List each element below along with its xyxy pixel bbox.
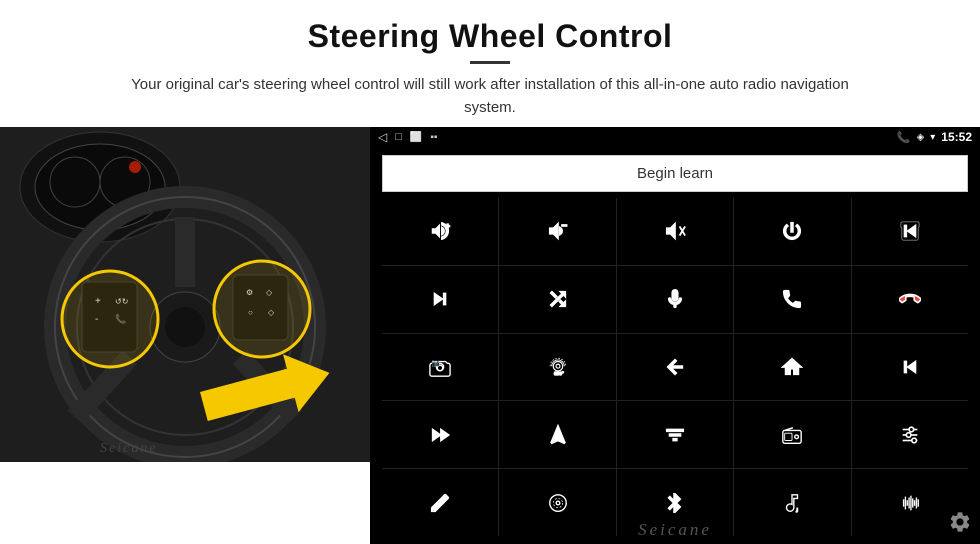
home-nav-icon[interactable]: □: [395, 131, 402, 143]
prev-track-phone-icon: [899, 220, 921, 242]
content-area: + ↺↻ - 📞 ⚙ ◇ ○ ◇: [0, 127, 980, 544]
camera-icon: 📷: [429, 356, 451, 378]
dvd-icon: [547, 492, 569, 514]
music-icon: ♩: [781, 492, 803, 514]
camera360-icon: 360°: [547, 356, 569, 378]
recents-nav-icon[interactable]: ⬜: [410, 132, 422, 143]
svg-text:360°: 360°: [554, 371, 564, 376]
fast-forward-button[interactable]: [382, 401, 498, 468]
home-button[interactable]: [734, 334, 850, 401]
begin-learn-container: Begin learn: [370, 147, 980, 198]
skip-next-button[interactable]: [382, 266, 498, 333]
svg-text:Seicane: Seicane: [100, 441, 158, 456]
back-nav-icon[interactable]: ◁: [378, 130, 387, 144]
svg-text:+: +: [446, 222, 450, 231]
settings2-icon: [899, 424, 921, 446]
edit-icon: [429, 492, 451, 514]
mute-button[interactable]: [617, 198, 733, 265]
svg-text:−: −: [561, 221, 566, 231]
gear-icon: [948, 510, 972, 534]
settings2-button[interactable]: [852, 401, 968, 468]
prev-track-button[interactable]: [852, 334, 968, 401]
back-button[interactable]: [617, 334, 733, 401]
title-divider: [470, 61, 510, 64]
navigation-icon: [547, 424, 569, 446]
prev-track-phone-button[interactable]: [852, 198, 968, 265]
gear-icon-corner[interactable]: [948, 510, 972, 540]
time-display: 15:52: [941, 130, 972, 144]
mute-icon: [664, 220, 686, 242]
android-display: ◁ □ ⬜ ▪▪ 📞 ◈ ▾ 15:52 Begin learn: [370, 127, 980, 544]
shuffle-button[interactable]: [499, 266, 615, 333]
status-left: ◁ □ ⬜ ▪▪: [378, 130, 437, 144]
svg-text:♩: ♩: [796, 507, 802, 514]
steering-wheel-svg: + ↺↻ - 📞 ⚙ ◇ ○ ◇: [0, 127, 370, 462]
bluetooth-button[interactable]: [617, 469, 733, 536]
radio-button[interactable]: [734, 401, 850, 468]
control-grid: + −: [382, 198, 968, 536]
waveform-icon: [899, 492, 921, 514]
camera-button[interactable]: 📷: [382, 334, 498, 401]
vol-down-icon: −: [547, 220, 569, 242]
signal-icon: ▪▪: [430, 132, 437, 143]
end-call-button[interactable]: [852, 266, 968, 333]
steering-wheel-bg: + ↺↻ - 📞 ⚙ ◇ ○ ◇: [0, 127, 370, 462]
end-call-icon: [899, 288, 921, 310]
subtitle-text: Your original car's steering wheel contr…: [110, 74, 870, 119]
camera360-button[interactable]: 360°: [499, 334, 615, 401]
mic-button[interactable]: [617, 266, 733, 333]
status-right: 📞 ◈ ▾ 15:52: [897, 130, 972, 144]
skip-next-icon: [429, 288, 451, 310]
header-section: Steering Wheel Control Your original car…: [0, 0, 980, 127]
power-icon: [781, 220, 803, 242]
page-title: Steering Wheel Control: [20, 18, 960, 55]
begin-learn-button[interactable]: Begin learn: [382, 155, 968, 192]
radio-icon: [781, 424, 803, 446]
phone-icon: [781, 288, 803, 310]
phone-status-icon: 📞: [897, 131, 911, 144]
mic-icon: [664, 288, 686, 310]
dvd-button[interactable]: [499, 469, 615, 536]
bluetooth-icon: [664, 492, 686, 514]
page-container: Steering Wheel Control Your original car…: [0, 0, 980, 544]
vol-up-icon: +: [429, 220, 451, 242]
navigation-button[interactable]: [499, 401, 615, 468]
power-button[interactable]: [734, 198, 850, 265]
location-status-icon: ◈: [917, 132, 925, 143]
svg-text:📷: 📷: [432, 360, 440, 367]
equalizer-button[interactable]: [617, 401, 733, 468]
phone-button[interactable]: [734, 266, 850, 333]
vol-up-button[interactable]: +: [382, 198, 498, 265]
home-icon: [781, 356, 803, 378]
status-bar: ◁ □ ⬜ ▪▪ 📞 ◈ ▾ 15:52: [370, 127, 980, 147]
music-button[interactable]: ♩: [734, 469, 850, 536]
shuffle-icon: [547, 288, 569, 310]
steering-photo: + ↺↻ - 📞 ⚙ ◇ ○ ◇: [0, 127, 370, 462]
equalizer-icon: [664, 424, 686, 446]
vol-down-button[interactable]: −: [499, 198, 615, 265]
fast-forward-icon: [429, 424, 451, 446]
back-icon: [664, 356, 686, 378]
prev-track-icon: [899, 356, 921, 378]
wifi-status-icon: ▾: [930, 132, 935, 143]
edit-button[interactable]: [382, 469, 498, 536]
